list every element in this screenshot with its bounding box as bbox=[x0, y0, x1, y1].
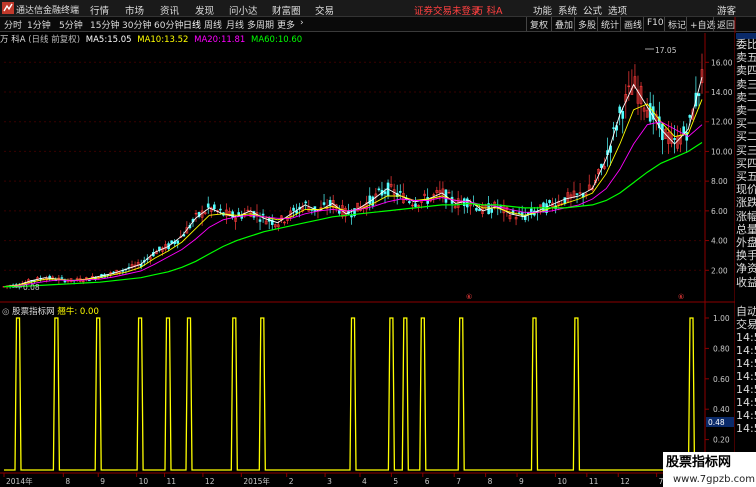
date-tick-label: 12 bbox=[620, 477, 630, 486]
indicator-value: 0.00 bbox=[79, 307, 99, 317]
candle-body bbox=[408, 201, 411, 204]
date-tick-label: 2 bbox=[289, 477, 294, 486]
price-tick-label: 10.00 bbox=[711, 147, 733, 156]
date-tick-label: 8 bbox=[488, 477, 493, 486]
date-tick-label: 9 bbox=[100, 477, 105, 486]
date-tick-label: 9 bbox=[519, 477, 524, 486]
price-tick-label: 14.00 bbox=[711, 88, 733, 97]
date-tick-label: 6 bbox=[425, 477, 430, 486]
candle-body bbox=[490, 208, 493, 213]
ma-lines bbox=[3, 76, 703, 288]
candle-body bbox=[612, 127, 615, 129]
candle-body bbox=[261, 213, 265, 216]
candle-body bbox=[517, 212, 521, 214]
candle-body bbox=[688, 115, 692, 118]
indicator-header: ◎ 股票指标网 翘牛: 0.00 bbox=[2, 305, 99, 317]
candle-body bbox=[60, 277, 64, 279]
kline-chart[interactable]: 16.00 14.00 12.00 10.00 8.00 6.00 4.00 2.00 17.… bbox=[0, 0, 756, 487]
date-tick-label: 3 bbox=[327, 477, 332, 486]
candle-body bbox=[350, 215, 353, 218]
indicator-tick-label: 0.80 bbox=[713, 344, 730, 353]
date-axis: 2014年 8 9 10 11 12 2015年 2 3 4 5 6 7 8 9 10 11 12 7 bbox=[3, 473, 664, 486]
candle-body bbox=[462, 198, 466, 207]
event-marker-2[interactable]: ⑥ bbox=[678, 293, 684, 301]
indicator-title[interactable]: 股票指标网 bbox=[12, 307, 55, 317]
indicator-tick-label: 0.60 bbox=[713, 375, 730, 384]
indicator-tick-label: 0.40 bbox=[713, 405, 730, 414]
candle-body bbox=[219, 208, 222, 211]
candle-body bbox=[292, 207, 295, 211]
ma-line-ma10 bbox=[3, 99, 703, 288]
price-tick-label: 12.00 bbox=[711, 118, 733, 127]
price-tick-label: 4.00 bbox=[711, 237, 728, 246]
date-tick-label: 4 bbox=[362, 477, 367, 486]
candle-body bbox=[322, 202, 326, 205]
price-axis: 16.00 14.00 12.00 10.00 8.00 6.00 4.00 2.00 bbox=[705, 58, 733, 275]
date-tick-label: 10 bbox=[557, 477, 567, 486]
date-tick-label: 2015年 bbox=[243, 476, 270, 486]
candle-body bbox=[414, 203, 417, 207]
date-tick-label: 2014年 bbox=[6, 476, 33, 486]
date-tick-label: 11 bbox=[589, 477, 599, 486]
candle-body bbox=[673, 138, 676, 140]
watermark-title: 股票指标网 bbox=[663, 452, 756, 473]
indicator-current-value: 0.48 bbox=[708, 418, 725, 427]
candle-body bbox=[475, 208, 478, 211]
date-tick-label: 11 bbox=[167, 477, 177, 486]
price-tick-label: 16.00 bbox=[711, 58, 733, 67]
event-marker-1[interactable]: ⑥ bbox=[466, 293, 472, 301]
candle-body bbox=[237, 212, 240, 215]
date-tick-label: 12 bbox=[205, 477, 215, 486]
order-book-labels: 委比 卖五 卖四 卖三 卖二 卖一 买一 买二 买三 买四 买五 现价 涨跌 涨… bbox=[736, 38, 756, 289]
candle-body bbox=[398, 191, 402, 193]
candle-body bbox=[697, 93, 701, 96]
price-grid bbox=[4, 61, 705, 271]
candle-body bbox=[377, 188, 381, 191]
candle-body bbox=[618, 106, 622, 113]
ma-line-ma60 bbox=[4, 141, 703, 288]
low-price-label: 0.08 bbox=[23, 283, 40, 292]
candle-body bbox=[258, 219, 262, 222]
price-tick-label: 8.00 bbox=[711, 177, 728, 186]
candle-body bbox=[368, 195, 372, 205]
candle-body bbox=[478, 209, 481, 212]
price-tick-label: 6.00 bbox=[711, 207, 728, 216]
date-tick-label: 10 bbox=[139, 477, 149, 486]
indicator-settings-icon[interactable]: ◎ bbox=[2, 307, 9, 317]
indicator-name: 翘牛: bbox=[57, 307, 78, 317]
indicator-tick-label: 0.20 bbox=[713, 436, 730, 445]
candle-body bbox=[548, 200, 551, 203]
indicator-tick-label: 1.00 bbox=[713, 314, 730, 323]
candle-body bbox=[176, 240, 180, 244]
ma-line-ma5 bbox=[3, 76, 703, 288]
trade-detail-labels: 自动 交易 14:50 14:50 14:50 14:50 14:50 14:5… bbox=[736, 305, 756, 435]
watermark-url: www.7gpzb.com bbox=[663, 473, 756, 487]
candle-body bbox=[383, 191, 387, 194]
candles bbox=[2, 53, 704, 290]
date-tick-label: 5 bbox=[393, 477, 398, 486]
candle-body bbox=[466, 198, 469, 208]
signal-line bbox=[4, 317, 702, 471]
candle-body bbox=[575, 193, 579, 195]
signal-spikes bbox=[4, 317, 702, 471]
candle-body bbox=[206, 203, 210, 208]
date-tick-label: 7 bbox=[456, 477, 461, 486]
candle-body bbox=[213, 204, 216, 210]
date-tick-label: 8 bbox=[65, 477, 70, 486]
ma-line-ma20 bbox=[3, 121, 703, 288]
price-tick-label: 2.00 bbox=[711, 266, 728, 275]
candle-body bbox=[621, 111, 625, 119]
candle-body bbox=[304, 201, 308, 204]
high-price-label: 17.05 bbox=[655, 46, 677, 55]
